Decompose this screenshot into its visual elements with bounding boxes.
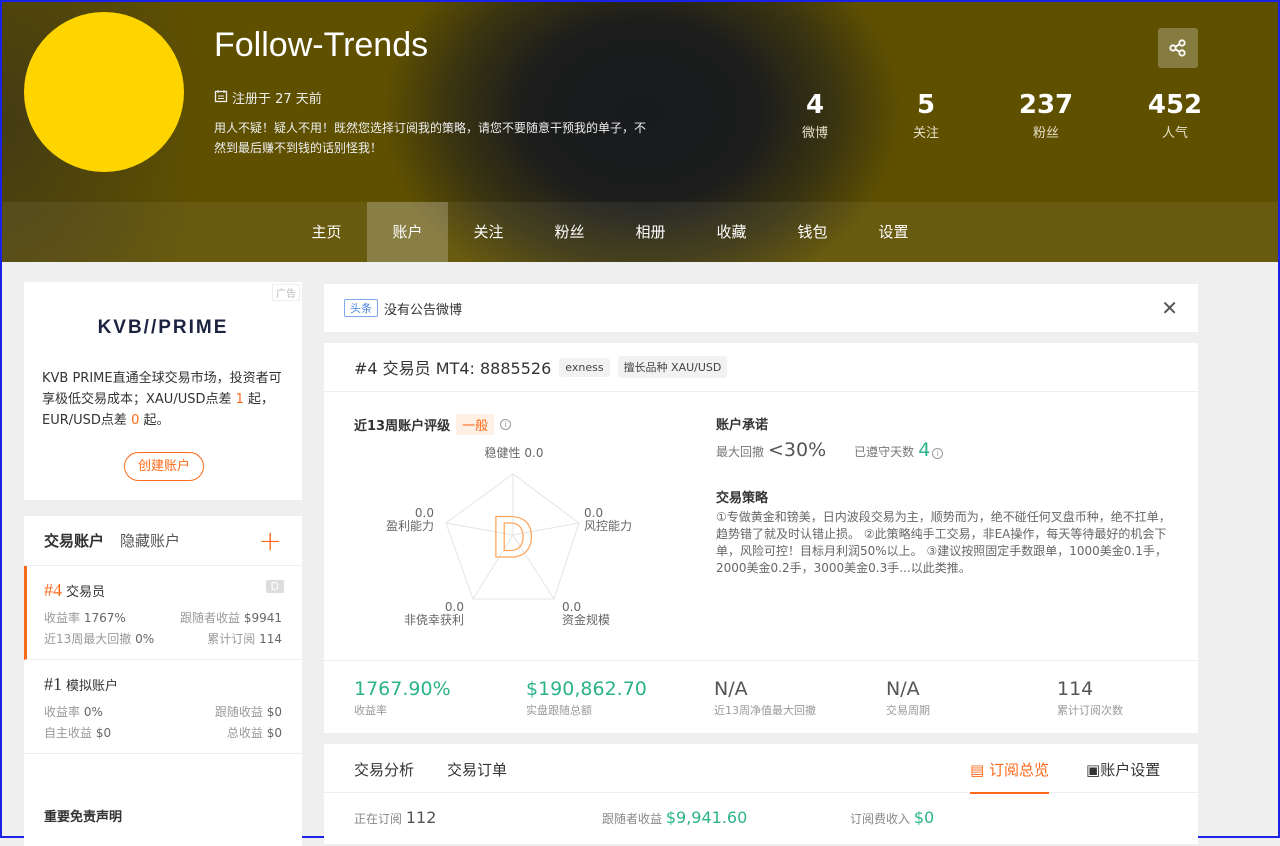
stat-posts[interactable]: 4 微博 <box>770 90 860 141</box>
notice-bar: 头条 没有公告微博 ✕ <box>324 284 1198 332</box>
tab-analysis[interactable]: 交易分析 <box>354 759 414 780</box>
ad-text: KVB PRIME直通全球交易市场，投资者可享极低交易成本；XAU/USD点差 … <box>42 371 282 428</box>
tab-hidden-accounts[interactable]: 隐藏账户 <box>120 530 180 551</box>
kpi-period: N/A 交易周期 <box>886 678 930 717</box>
kpi-row: 1767.90% 收益率 $190,862.70 实盘跟随总额 N/A 近13周净值最… <box>324 660 1198 733</box>
radar-chart: D <box>445 473 580 600</box>
kpi-subscriptions: 114 累计订阅次数 <box>1057 678 1123 717</box>
close-icon[interactable]: ✕ <box>1161 296 1178 320</box>
follower-profit: 跟随者收益 $9,941.60 <box>602 808 748 827</box>
radar-label-profit: 0.0 盈利能力 <box>385 506 434 533</box>
account-detail: #4 交易员 MT4: 8885526 exness 擅长品种 XAU/USD … <box>324 343 1198 733</box>
create-account-button[interactable]: 创建账户 <box>124 452 204 481</box>
nav-favorites[interactable]: 收藏 <box>691 202 772 262</box>
radar-label-luck: 0.0 非侥幸获利 <box>404 600 465 627</box>
registered-info: 注册于 27 天前 <box>214 88 322 107</box>
kpi-follow-total: $190,862.70 实盘跟随总额 <box>526 678 647 717</box>
nav-album[interactable]: 相册 <box>610 202 691 262</box>
tab-account-settings[interactable]: ▣账户设置 <box>1086 759 1160 780</box>
account-item[interactable]: #1 模拟账户 收益率 0% 跟随收益 $0 自主收益 $0 总收益 $0 <box>24 660 302 754</box>
stat-following[interactable]: 5 关注 <box>881 90 971 141</box>
nav-following[interactable]: 关注 <box>448 202 529 262</box>
notice-text: 没有公告微博 <box>384 302 463 318</box>
tab-trading-accounts[interactable]: 交易账户 <box>44 530 104 551</box>
calendar-icon <box>214 89 228 107</box>
username: Follow-Trends <box>214 26 429 64</box>
detail-tabs: 交易分析 交易订单 ▤ 订阅总览 ▣账户设置 正在订阅 112 跟随者收益 $9… <box>324 744 1198 844</box>
radar-label-stability: 稳健性 0.0 <box>484 446 544 460</box>
grade-letter: D <box>492 505 534 570</box>
share-button[interactable] <box>1158 28 1198 68</box>
fee-income: 订阅费收入 $0 <box>850 808 935 827</box>
avatar[interactable] <box>24 12 184 172</box>
kvb-logo: KVB//PRIME <box>97 317 229 338</box>
profile-banner: Follow-Trends 注册于 27 天前 用人不疑！疑人不用！既然您选择订… <box>2 2 1278 262</box>
account-promise: 账户承诺 最大回撤 <30% 已遵守天数 4 i 交易策略 ①专做黄金和镑美，日内波段交… <box>716 414 1176 577</box>
kpi-return: 1767.90% 收益率 <box>354 678 451 717</box>
disclaimer-heading: 重要免责声明 <box>44 810 123 825</box>
stat-popularity: 452 人气 <box>1147 90 1203 141</box>
nav-account[interactable]: 账户 <box>367 202 448 262</box>
strategy-text: ①专做黄金和镑美，日内波段交易为主，顺势而为，绝不碰任何叉盘币种，绝不扛单，趋势… <box>716 510 1171 575</box>
info-icon[interactable]: i <box>932 448 944 459</box>
clipboard-icon: ▤ <box>970 761 985 779</box>
subscribing-count: 正在订阅 112 <box>354 808 437 827</box>
ad-card[interactable]: 广告 KVB//PRIME KVB PRIME直通全球交易市场，投资者可享极低交… <box>24 282 302 500</box>
radar-label-risk: 0.0 风控能力 <box>584 506 633 533</box>
headline-tag: 头条 <box>344 299 378 317</box>
grade-badge: D <box>265 580 284 593</box>
kpi-drawdown: N/A 近13周净值最大回撤 <box>714 678 816 717</box>
ad-tag: 广告 <box>272 284 300 301</box>
radar-label-scale: 0.0 资金规模 <box>562 600 611 627</box>
settings-icon: ▣ <box>1086 761 1101 779</box>
account-item[interactable]: #4 交易员 D 收益率 1767% 跟随者收益 $9941 近13周最大回撤 0%… <box>24 566 302 660</box>
add-account-icon[interactable]: + <box>259 524 282 557</box>
nav-settings[interactable]: 设置 <box>853 202 934 262</box>
tab-orders[interactable]: 交易订单 <box>447 759 507 780</box>
bio: 用人不疑！疑人不用！既然您选择订阅我的策略，请您不要随意干预我的单子，不然到最后… <box>214 121 647 155</box>
nav-wallet[interactable]: 钱包 <box>772 202 853 262</box>
profile-nav: 主页 账户 关注 粉丝 相册 收藏 钱包 设置 <box>2 202 1278 262</box>
stat-fans[interactable]: 237 粉丝 <box>1001 90 1091 141</box>
nav-home[interactable]: 主页 <box>286 202 367 262</box>
nav-fans[interactable]: 粉丝 <box>529 202 610 262</box>
accounts-panel: 交易账户 隐藏账户 + #4 交易员 D 收益率 1767% 跟随者收益 $9941… <box>24 516 302 846</box>
tab-subscription-overview[interactable]: ▤ 订阅总览 <box>970 759 1049 794</box>
share-icon <box>1169 39 1186 57</box>
